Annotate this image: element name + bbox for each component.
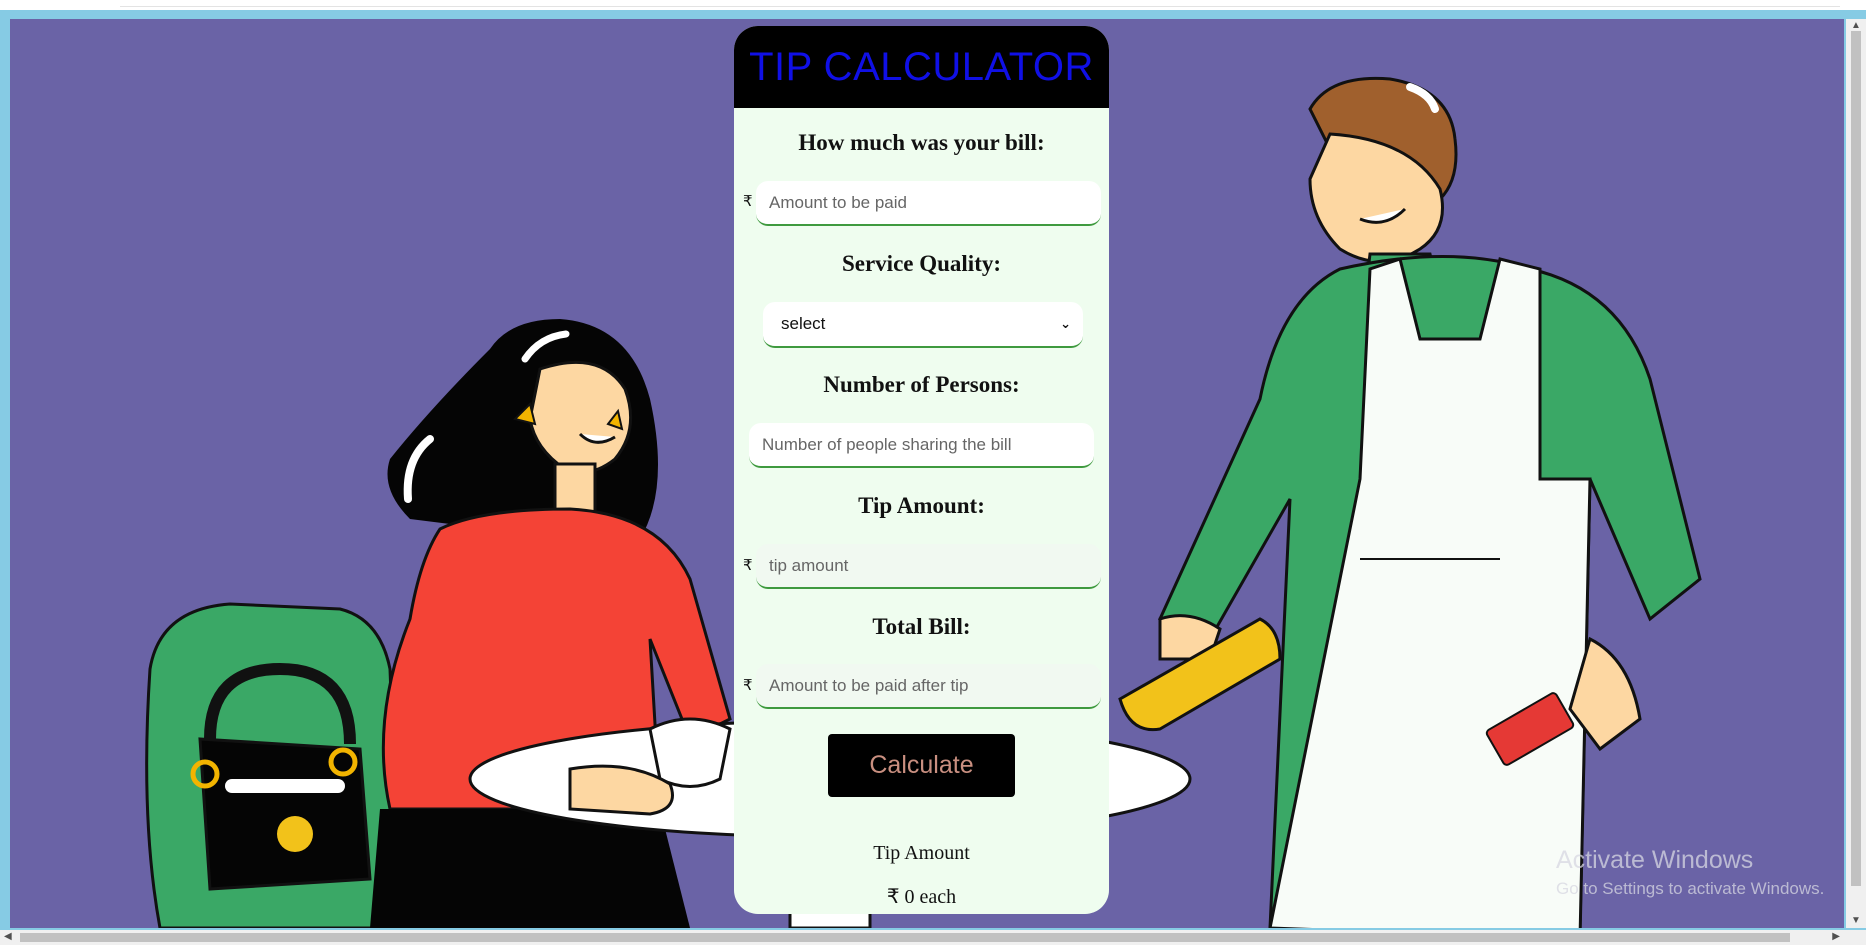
browser-address-strip [120,0,1840,7]
total-currency-icon: ₹ [743,676,753,694]
scroll-left-arrow-icon[interactable]: ◀ [4,931,12,943]
browser-top-strip [0,0,1866,10]
app-title: TIP CALCULATOR [749,44,1094,89]
windows-activation-watermark: Activate Windows Go to Settings to activ… [1556,846,1824,899]
scroll-down-arrow-icon[interactable]: ▼ [1851,916,1861,926]
service-quality-label: Service Quality: [841,251,1002,276]
calculate-button[interactable]: Calculate [828,734,1015,797]
handbag [198,737,372,891]
vertical-scrollbar[interactable]: ▲ ▼ [1846,19,1866,928]
tip-amount-label: Tip Amount: [858,493,985,518]
bill-label: How much was your bill: [798,130,1045,155]
total-bill-field [756,664,1101,709]
vertical-scroll-thumb[interactable] [1851,31,1861,886]
horizontal-scrollbar[interactable]: ◀ ▶ [0,930,1866,945]
scroll-up-arrow-icon[interactable]: ▲ [1851,21,1861,31]
total-bill-label: Total Bill: [872,614,971,639]
persons-input[interactable] [749,423,1094,468]
service-quality-selected: select [781,314,826,333]
coffee-cup [648,717,732,788]
bill-amount-input[interactable] [756,181,1101,226]
horizontal-scroll-thumb[interactable] [20,933,1790,942]
scroll-right-arrow-icon[interactable]: ▶ [1832,931,1840,943]
bill-currency-icon: ₹ [743,192,753,210]
chevron-down-icon: ⌄ [1060,316,1071,331]
result-value: ₹ 0 each [886,886,957,908]
service-quality-select[interactable]: select ⌄ [763,302,1083,348]
persons-label: Number of Persons: [823,372,1020,397]
tip-currency-icon: ₹ [743,556,753,574]
watermark-title: Activate Windows [1556,846,1754,874]
tip-amount-field [756,544,1101,589]
card-header: TIP CALCULATOR [734,26,1109,108]
tip-calculator-card: TIP CALCULATOR How much was your bill: ₹… [734,26,1109,914]
result-title: Tip Amount [873,842,970,864]
watermark-subtitle: Go to Settings to activate Windows. [1556,879,1825,898]
